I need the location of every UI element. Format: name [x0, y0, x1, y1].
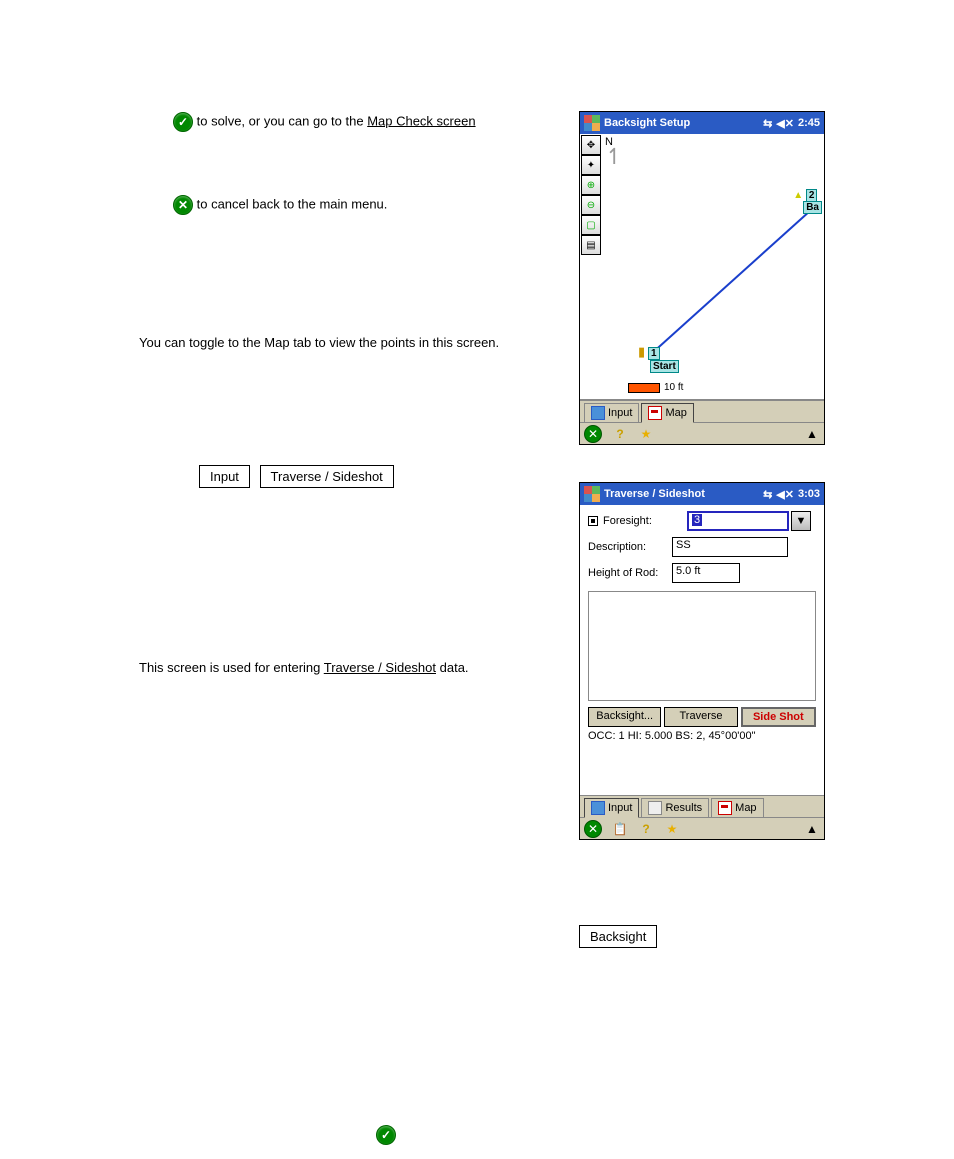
help-icon[interactable]: ? [638, 821, 654, 837]
backsight-box-ref: Backsight [576, 925, 660, 948]
instrument-icon[interactable]: ▲ [804, 821, 820, 837]
setup-status-text: OCC: 1 HI: 5.000 BS: 2, 45°00'00" [588, 730, 816, 742]
star-icon[interactable]: ★ [664, 821, 680, 837]
map-tab-text: You can toggle to the Map tab to view th… [139, 335, 539, 350]
titlebar: Backsight Setup ⇆ ◀✕ 2:45 [580, 112, 824, 134]
form-icon [591, 406, 605, 420]
backsight-button[interactable]: Backsight... [588, 707, 661, 727]
speaker-icon: ◀✕ [776, 117, 794, 130]
clock: 2:45 [798, 117, 820, 129]
clipboard-icon[interactable]: 📋 [612, 821, 628, 837]
results-icon [648, 801, 662, 815]
map-check-link[interactable]: Map Check screen [367, 113, 475, 128]
traverse-button[interactable]: Traverse [664, 707, 737, 727]
input-box-label: Input Traverse / Sideshot [196, 465, 397, 488]
traverse-line [649, 208, 812, 355]
clock: 3:03 [798, 488, 820, 500]
map-icon [648, 406, 662, 420]
message-box [588, 591, 816, 701]
close-icon[interactable]: ✕ [584, 820, 602, 838]
traverse-intro: This screen is used for entering Travers… [139, 660, 539, 675]
check-icon: ✓ [376, 1125, 396, 1145]
description-input[interactable]: SS [672, 537, 788, 557]
description-label: Description: [588, 541, 672, 553]
device-backsight-map: Backsight Setup ⇆ ◀✕ 2:45 ✥ ✦ ⊕ ⊖ ▢ ▤ N … [579, 111, 825, 445]
statusbar: ✕ ? ★ ▲ [580, 422, 824, 444]
rod-input[interactable]: 5.0 ft [672, 563, 740, 583]
title-right-icons: ⇆ ◀✕ 3:03 [763, 488, 820, 501]
tab-map[interactable]: Map [711, 798, 763, 817]
text: to solve, or you can go to the [197, 113, 364, 128]
window-title: Traverse / Sideshot [604, 488, 763, 500]
traverse-link[interactable]: Traverse / Sideshot [324, 660, 436, 675]
close-icon[interactable]: ✕ [584, 425, 602, 443]
x-icon: ✕ [173, 195, 193, 215]
layers-icon[interactable]: ▤ [581, 235, 601, 255]
tapping-check: ✓ [376, 1125, 396, 1145]
foresight-label: Foresight: [603, 515, 687, 527]
window-title: Backsight Setup [604, 117, 763, 129]
zoom-window-icon[interactable]: ▢ [581, 215, 601, 235]
statusbar: ✕ 📋 ? ★ ▲ [580, 817, 824, 839]
point-1[interactable]: ▮ 1 Start [638, 344, 679, 373]
point-marker-icon [588, 516, 598, 526]
windows-logo-icon [584, 115, 600, 131]
map-icon [718, 801, 732, 815]
foresight-dropdown-icon[interactable]: ▼ [791, 511, 811, 531]
instrument-icon[interactable]: ▲ [804, 426, 820, 442]
sync-icon: ⇆ [763, 117, 772, 130]
speaker-icon: ◀✕ [776, 488, 794, 501]
tap-solve-line: ✓ to solve, or you can go to the Map Che… [173, 112, 543, 132]
north-arrow-icon: ↿ [605, 144, 623, 170]
foresight-row: Foresight: 3 ▼ [588, 511, 816, 531]
foresight-input[interactable]: 3 [687, 511, 789, 531]
device-tabs: Input Map [580, 400, 824, 422]
help-icon[interactable]: ? [612, 426, 628, 442]
action-buttons: Backsight... Traverse Side Shot [588, 707, 816, 727]
rod-label: Height of Rod: [588, 567, 672, 579]
zoom-extents-icon[interactable]: ✥ [581, 135, 601, 155]
zoom-fit-icon[interactable]: ✦ [581, 155, 601, 175]
tab-map[interactable]: Map [641, 403, 693, 423]
form-area: Foresight: 3 ▼ Description: SS Height of… [580, 505, 824, 795]
tab-input[interactable]: Input [584, 403, 639, 422]
description-row: Description: SS [588, 537, 816, 557]
map-toolbar: ✥ ✦ ⊕ ⊖ ▢ ▤ [581, 135, 601, 255]
sync-icon: ⇆ [763, 488, 772, 501]
point-2[interactable]: ▲ 2 Ba [793, 190, 822, 214]
title-right-icons: ⇆ ◀✕ 2:45 [763, 117, 820, 130]
rod-row: Height of Rod: 5.0 ft [588, 563, 816, 583]
check-icon: ✓ [173, 112, 193, 132]
scale-bar: 10 ft [628, 382, 683, 393]
windows-logo-icon [584, 486, 600, 502]
tab-results[interactable]: Results [641, 798, 709, 817]
device-traverse-form: Traverse / Sideshot ⇆ ◀✕ 3:03 Foresight:… [579, 482, 825, 840]
form-icon [591, 801, 605, 815]
tab-input[interactable]: Input [584, 798, 639, 818]
zoom-out-icon[interactable]: ⊖ [581, 195, 601, 215]
titlebar: Traverse / Sideshot ⇆ ◀✕ 3:03 [580, 483, 824, 505]
sideshot-button[interactable]: Side Shot [741, 707, 816, 727]
tap-cancel-line: ✕ to cancel back to the main menu. [173, 195, 543, 215]
star-icon[interactable]: ★ [638, 426, 654, 442]
zoom-in-icon[interactable]: ⊕ [581, 175, 601, 195]
text: to cancel back to the main menu. [197, 196, 388, 211]
device-tabs: Input Results Map [580, 795, 824, 817]
map-canvas[interactable]: ✥ ✦ ⊕ ⊖ ▢ ▤ N ↿ ▮ 1 Start ▲ 2 Ba 10 ft [580, 134, 824, 400]
